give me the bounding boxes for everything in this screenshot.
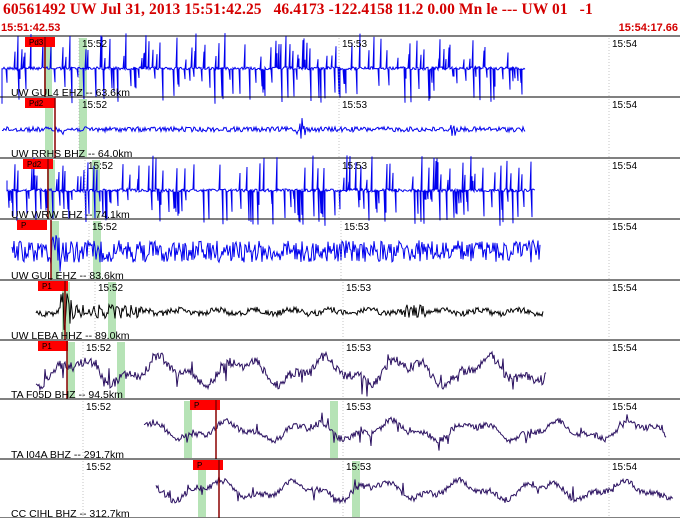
pick-label: Pd2 (27, 160, 42, 169)
minute-tick-label: 15:54 (612, 343, 637, 354)
minute-tick-label: 15:53 (344, 222, 369, 233)
waveform-trace[interactable] (155, 476, 674, 505)
pick-label: P1 (42, 342, 52, 351)
minute-tick-label: 15:53 (346, 462, 371, 473)
pick-label: P (21, 221, 26, 230)
pick-label: P (197, 461, 202, 470)
minute-tick-label: 15:52 (92, 222, 117, 233)
minute-tick-label: 15:52 (98, 283, 123, 294)
minute-tick-label: 15:52 (86, 402, 111, 413)
minute-tick-label: 15:53 (346, 283, 371, 294)
minute-tick-label: 15:52 (86, 462, 111, 473)
minute-tick-label: 15:52 (86, 343, 111, 354)
minute-tick-label: 15:54 (612, 402, 637, 413)
minute-tick-label: 15:54 (612, 161, 637, 172)
minute-tick-label: 15:52 (82, 100, 107, 111)
minute-tick-label: 15:54 (612, 100, 637, 111)
minute-tick-label: 15:54 (612, 462, 637, 473)
minute-tick-label: 15:54 (612, 39, 637, 50)
channel-label: CC CIHL BHZ -- 312.7km (11, 508, 130, 518)
minute-tick-label: 15:53 (342, 39, 367, 50)
seismogram-panel[interactable]: Pd3 15:52 15:53 15:54UW GUL4 EHZ -- 63.6kmP… (0, 0, 680, 518)
pick-label: Pd2 (29, 99, 44, 108)
minute-tick-label: 15:54 (612, 222, 637, 233)
minute-tick-label: 15:53 (346, 402, 371, 413)
waveform-trace[interactable] (11, 235, 541, 272)
minute-tick-label: 15:53 (342, 161, 367, 172)
waveform-trace[interactable] (143, 412, 667, 451)
pick-label: P1 (42, 282, 52, 291)
minute-tick-label: 15:53 (342, 100, 367, 111)
minute-tick-label: 15:52 (88, 161, 113, 172)
pick-label: Pd3 (29, 38, 44, 47)
minute-tick-label: 15:53 (346, 343, 371, 354)
pick-label: P (194, 401, 199, 410)
minute-tick-label: 15:52 (82, 39, 107, 50)
minute-tick-label: 15:54 (612, 283, 637, 294)
